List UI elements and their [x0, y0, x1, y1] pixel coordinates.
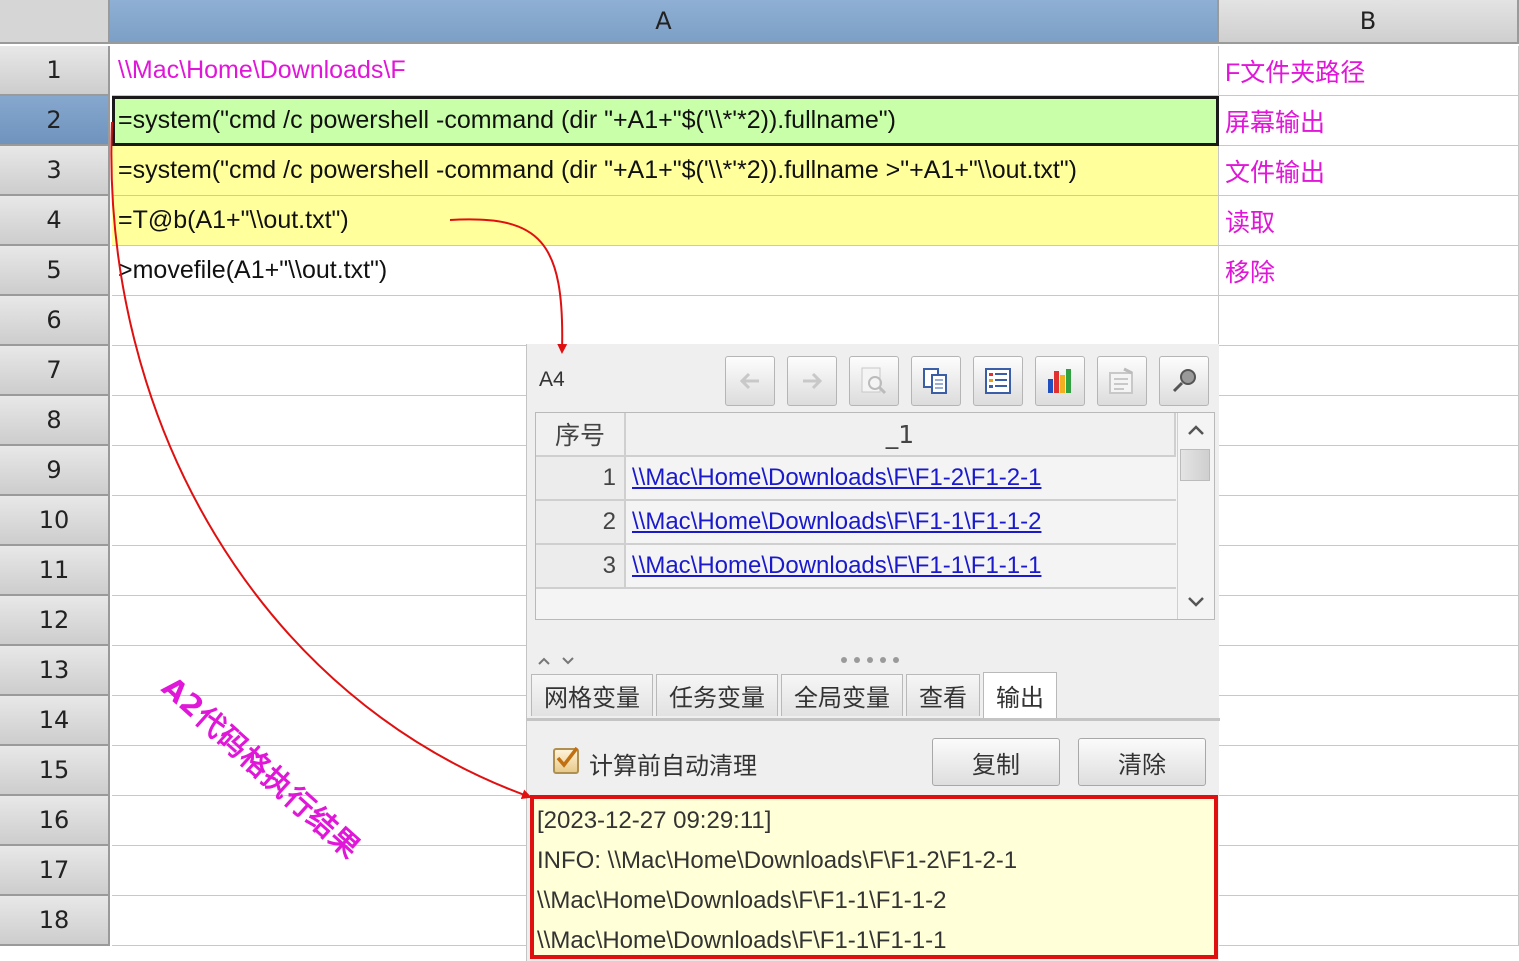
- arrow-a4-to-panel: [449, 218, 568, 354]
- annotation-arrows: [110, 121, 568, 799]
